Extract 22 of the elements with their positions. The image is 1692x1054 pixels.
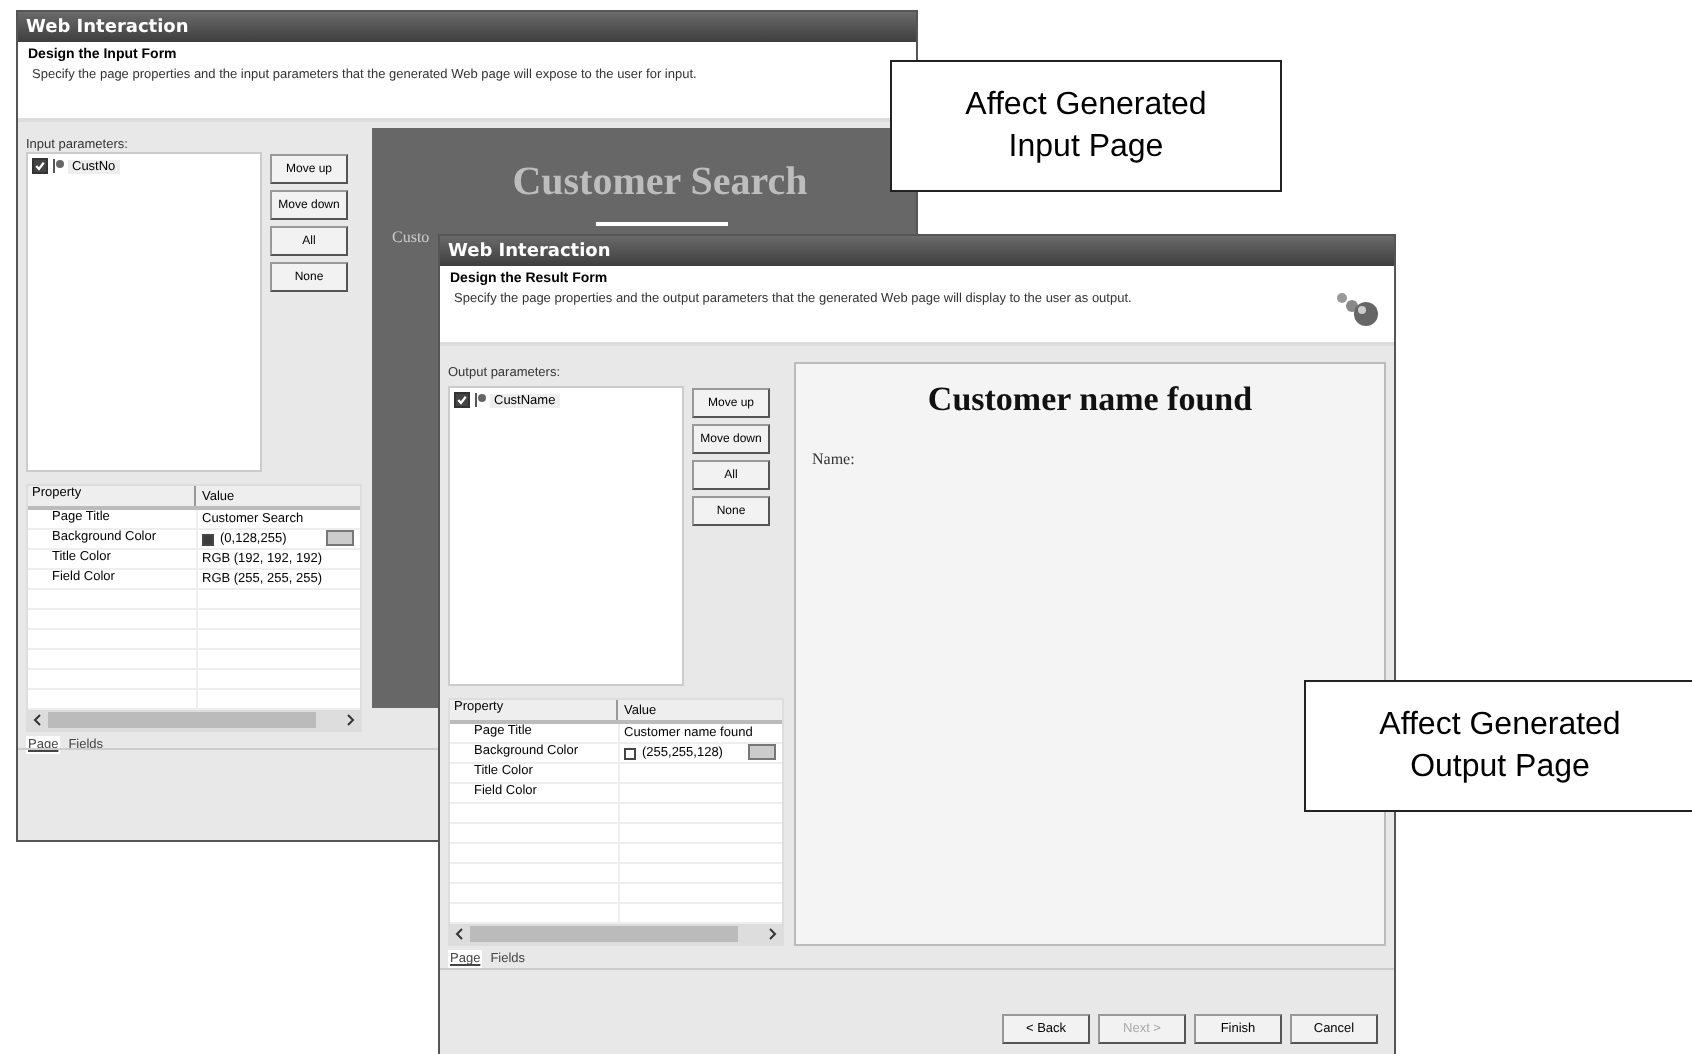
callout-text: Output Page xyxy=(1410,748,1590,788)
preview-title: Customer name found xyxy=(925,380,1255,420)
scroll-left-icon[interactable] xyxy=(452,926,468,942)
ellipsis-button[interactable] xyxy=(326,530,354,546)
field-label: Name: xyxy=(812,450,855,468)
preview-title: Customer Search xyxy=(510,160,810,206)
window-title: Web Interaction xyxy=(18,12,916,42)
horizontal-scrollbar[interactable] xyxy=(28,710,360,730)
window-title: Web Interaction xyxy=(440,236,1394,266)
field-label: Custo xyxy=(392,228,430,246)
scroll-left-icon[interactable] xyxy=(30,712,46,728)
callout-text: Affect Generated xyxy=(965,86,1207,126)
checkbox[interactable] xyxy=(32,158,48,174)
scroll-right-icon[interactable] xyxy=(342,712,358,728)
field-icon xyxy=(52,158,64,174)
scroll-right-icon[interactable] xyxy=(764,926,780,942)
callout-text: Affect Generated xyxy=(1379,706,1621,746)
ellipsis-button[interactable] xyxy=(748,744,776,760)
horizontal-scrollbar[interactable] xyxy=(450,924,782,944)
checkbox[interactable] xyxy=(454,392,470,408)
callout-text: Input Page xyxy=(1008,128,1164,168)
field-icon xyxy=(474,392,486,408)
